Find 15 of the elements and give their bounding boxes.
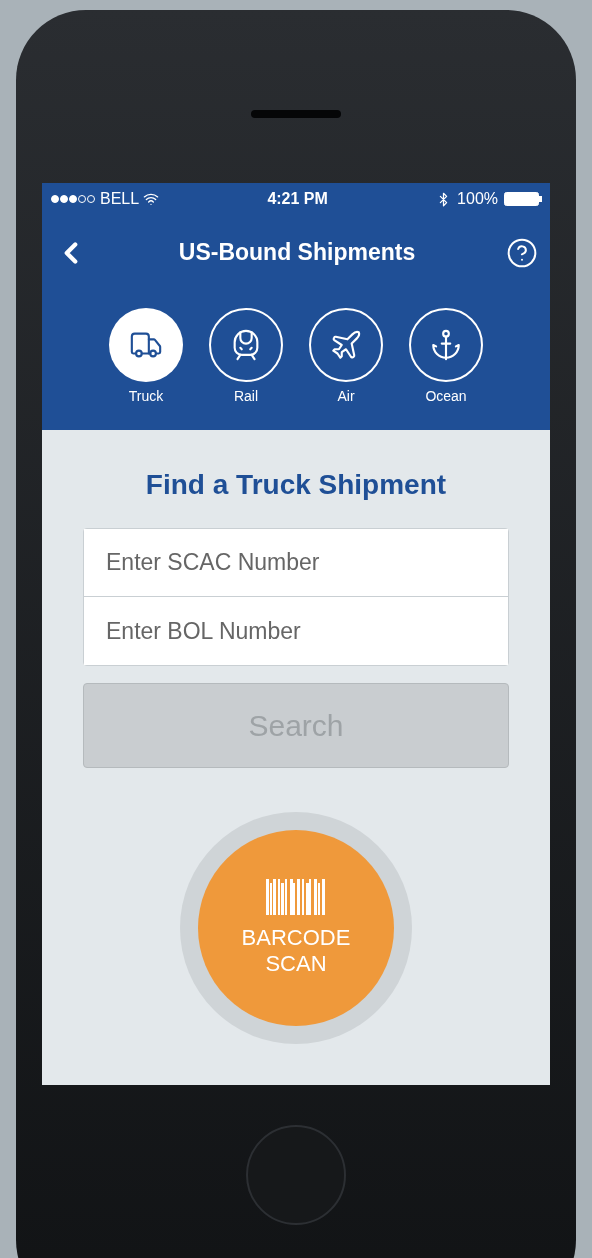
battery-icon xyxy=(504,192,542,206)
help-button[interactable] xyxy=(506,236,538,269)
screen-title: US-Bound Shipments xyxy=(178,238,416,268)
plane-icon xyxy=(329,328,363,362)
battery-percent: 100% xyxy=(457,189,498,209)
input-field[interactable]: Enter SCAC Number xyxy=(83,528,509,597)
barcode-icon xyxy=(266,879,326,915)
status-time: 4:21 PM xyxy=(267,189,328,209)
page-heading: Find a Truck Shipment xyxy=(145,468,447,502)
input-field[interactable]: Enter BOL Number xyxy=(83,597,509,666)
wifi-icon xyxy=(143,191,160,207)
anchor-icon xyxy=(429,328,463,362)
carrier-name: BELL xyxy=(100,189,140,209)
help-icon xyxy=(506,236,538,269)
signal-icon xyxy=(50,194,96,204)
